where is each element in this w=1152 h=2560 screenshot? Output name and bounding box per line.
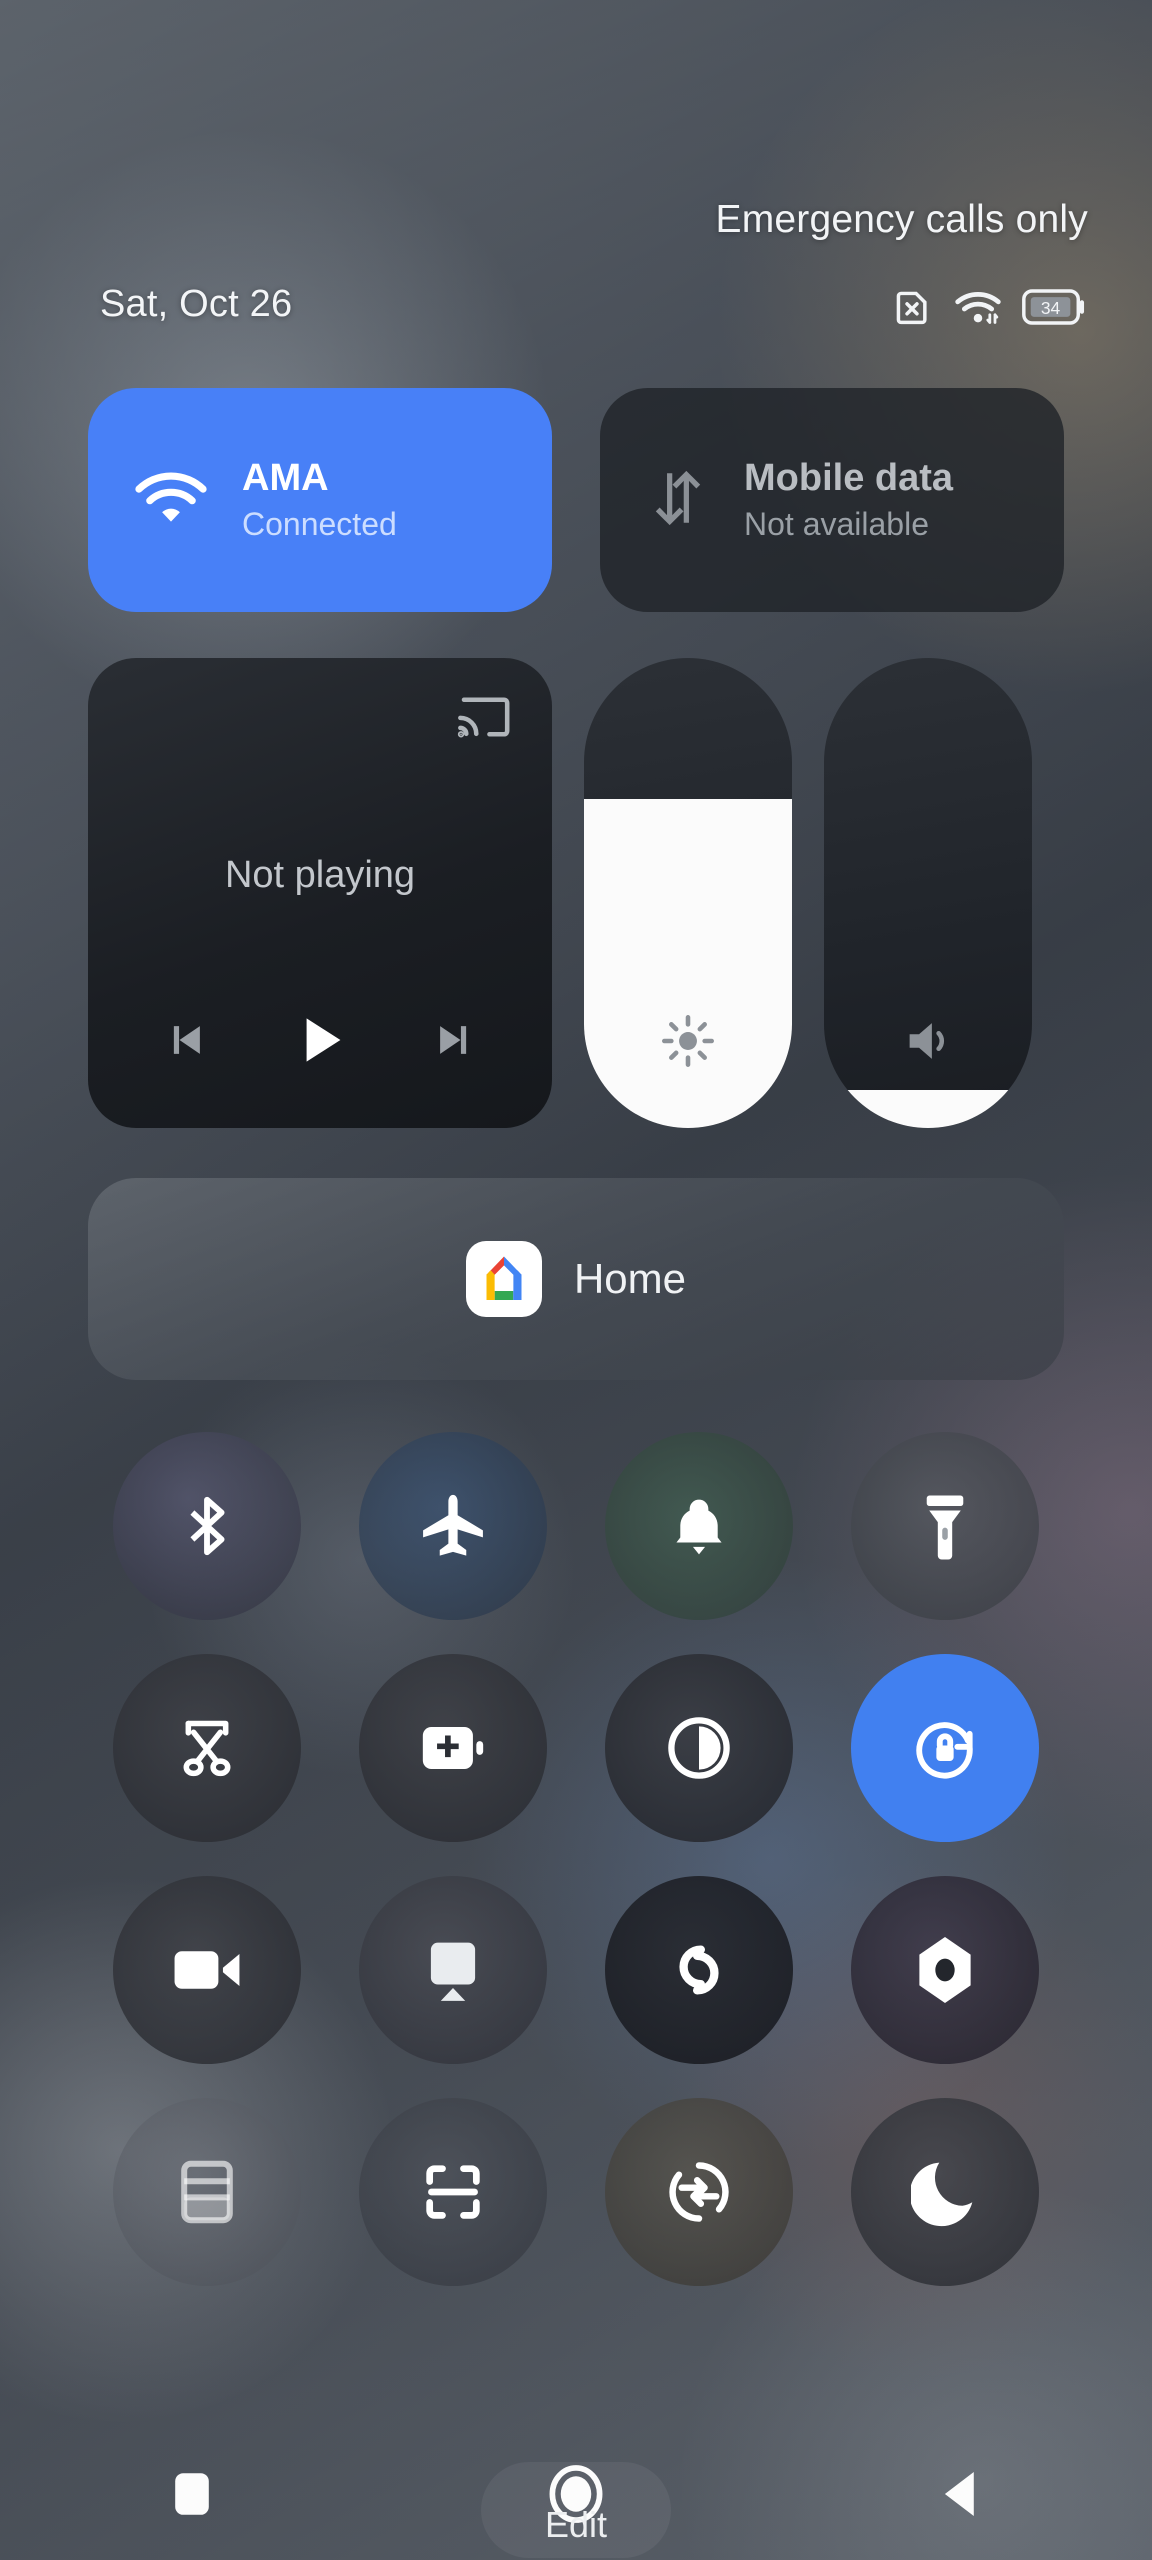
screenshot-icon bbox=[172, 1713, 242, 1783]
qs-tile-wallet[interactable] bbox=[113, 2098, 301, 2286]
cast-icon[interactable] bbox=[456, 692, 512, 747]
wifi-tile[interactable]: AMA Connected bbox=[88, 388, 552, 612]
carrier-status-text: Emergency calls only bbox=[715, 198, 1088, 241]
google-home-icon bbox=[465, 1241, 542, 1317]
volume-icon bbox=[824, 1012, 1032, 1070]
connectivity-tiles: AMA Connected Mobile data Not available bbox=[88, 388, 1064, 612]
edit-button[interactable]: Edit bbox=[481, 2462, 671, 2558]
qs-tile-auto-rotate[interactable] bbox=[851, 1654, 1039, 1842]
wifi-icon bbox=[134, 470, 208, 531]
bluetooth-icon bbox=[172, 1491, 242, 1561]
qs-tile-data-saver[interactable] bbox=[605, 2098, 793, 2286]
mobile-data-tile-subtitle: Not available bbox=[744, 505, 929, 542]
mobile-data-icon bbox=[646, 467, 710, 534]
brightness-icon bbox=[584, 1012, 792, 1070]
battery-level-text: 34 bbox=[1041, 298, 1061, 318]
qs-tile-qr-scanner[interactable] bbox=[359, 2098, 547, 2286]
qs-tile-flashlight[interactable] bbox=[851, 1432, 1039, 1620]
auto-rotate-lock-icon bbox=[908, 1711, 982, 1785]
volume-slider-fill bbox=[824, 1090, 1032, 1128]
flashlight-icon bbox=[914, 1490, 976, 1562]
battery-saver-icon bbox=[416, 1717, 490, 1779]
edit-button-label: Edit bbox=[544, 2504, 608, 2545]
wifi-tile-title: AMA bbox=[242, 456, 329, 499]
qs-tile-nearby-share[interactable] bbox=[605, 1876, 793, 2064]
dark-theme-icon bbox=[663, 1712, 735, 1784]
sim-off-icon bbox=[890, 285, 934, 329]
battery-icon: 34 bbox=[1022, 287, 1088, 327]
media-controls bbox=[88, 1005, 552, 1080]
qs-tile-screen-cast[interactable] bbox=[359, 1876, 547, 2064]
volume-slider[interactable] bbox=[824, 658, 1032, 1128]
home-control-label: Home bbox=[573, 1255, 687, 1302]
qs-tile-vpn[interactable] bbox=[851, 1876, 1039, 2064]
previous-track-icon[interactable] bbox=[160, 1014, 212, 1071]
quick-settings-grid bbox=[84, 1432, 1068, 2286]
qs-tile-bedtime-mode[interactable] bbox=[851, 2098, 1039, 2286]
mobile-data-tile[interactable]: Mobile data Not available bbox=[600, 388, 1064, 612]
brightness-slider[interactable] bbox=[584, 658, 792, 1128]
home-control-tile[interactable]: Home bbox=[88, 1178, 1064, 1380]
date-label: Sat, Oct 26 bbox=[100, 283, 293, 325]
data-transfer-icon bbox=[662, 2155, 736, 2229]
qs-tile-battery-saver[interactable] bbox=[359, 1654, 547, 1842]
airplane-icon bbox=[416, 1489, 490, 1563]
qr-scanner-icon bbox=[418, 2157, 488, 2227]
qs-tile-bluetooth[interactable] bbox=[113, 1432, 301, 1620]
brightness-slider-fill bbox=[584, 799, 792, 1128]
qs-tile-airplane-mode[interactable] bbox=[359, 1432, 547, 1620]
play-icon[interactable] bbox=[285, 1005, 355, 1080]
status-bar-icons: 34 bbox=[890, 285, 1088, 329]
media-status-text: Not playing bbox=[224, 854, 416, 896]
screen-record-icon bbox=[170, 1942, 244, 1998]
next-track-icon[interactable] bbox=[428, 1014, 480, 1071]
qs-tile-ring[interactable] bbox=[605, 1432, 793, 1620]
mobile-data-tile-title: Mobile data bbox=[744, 456, 954, 499]
qs-tile-screen-record[interactable] bbox=[113, 1876, 301, 2064]
nearby-share-icon bbox=[662, 1935, 736, 2005]
qs-tile-screenshot[interactable] bbox=[113, 1654, 301, 1842]
back-triangle-icon[interactable] bbox=[900, 2446, 1020, 2542]
vpn-icon bbox=[912, 1933, 978, 2007]
wifi-tile-subtitle: Connected bbox=[242, 505, 397, 542]
bedtime-moon-icon bbox=[911, 2156, 979, 2228]
wallet-icon bbox=[176, 2156, 238, 2228]
bell-icon bbox=[666, 1491, 732, 1561]
quick-settings-panel: Emergency calls only Sat, Oct 26 34 AMA … bbox=[0, 0, 1152, 2560]
media-and-sliders: Not playing bbox=[88, 658, 1032, 1128]
qs-tile-dark-theme[interactable] bbox=[605, 1654, 793, 1842]
screen-cast-icon bbox=[421, 1934, 485, 2006]
wifi-icon bbox=[954, 285, 1002, 329]
recents-square-icon[interactable] bbox=[132, 2446, 252, 2542]
media-player-tile[interactable]: Not playing bbox=[88, 658, 552, 1128]
